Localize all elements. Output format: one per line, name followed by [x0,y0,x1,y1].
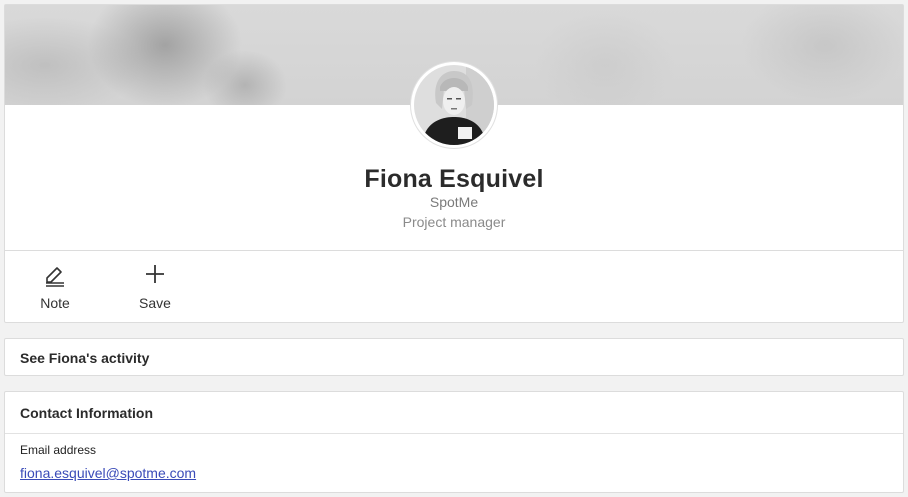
note-button-label: Note [40,295,70,311]
profile-role: Project manager [402,214,506,230]
email-label: Email address [20,443,97,457]
profile-name: Fiona Esquivel [364,165,544,193]
pencil-icon [46,267,64,287]
save-button[interactable]: Save [120,261,190,317]
avatar [411,62,497,148]
contact-information-card: Contact Information Email address fiona.… [4,391,904,493]
profile-company: SpotMe [429,194,479,210]
save-button-label: Save [139,295,171,311]
email-link[interactable]: fiona.esquivel@spotme.com [20,465,196,481]
activity-card[interactable]: See Fiona's activity [4,338,904,376]
divider [5,433,903,434]
profile-card: Fiona Esquivel SpotMe Project manager No… [4,4,904,323]
contact-information-title: Contact Information [20,405,153,421]
activity-link[interactable]: See Fiona's activity [20,350,149,366]
plus-icon [146,265,164,283]
divider [5,250,903,251]
avatar-photo [414,65,494,145]
note-button[interactable]: Note [20,261,90,317]
